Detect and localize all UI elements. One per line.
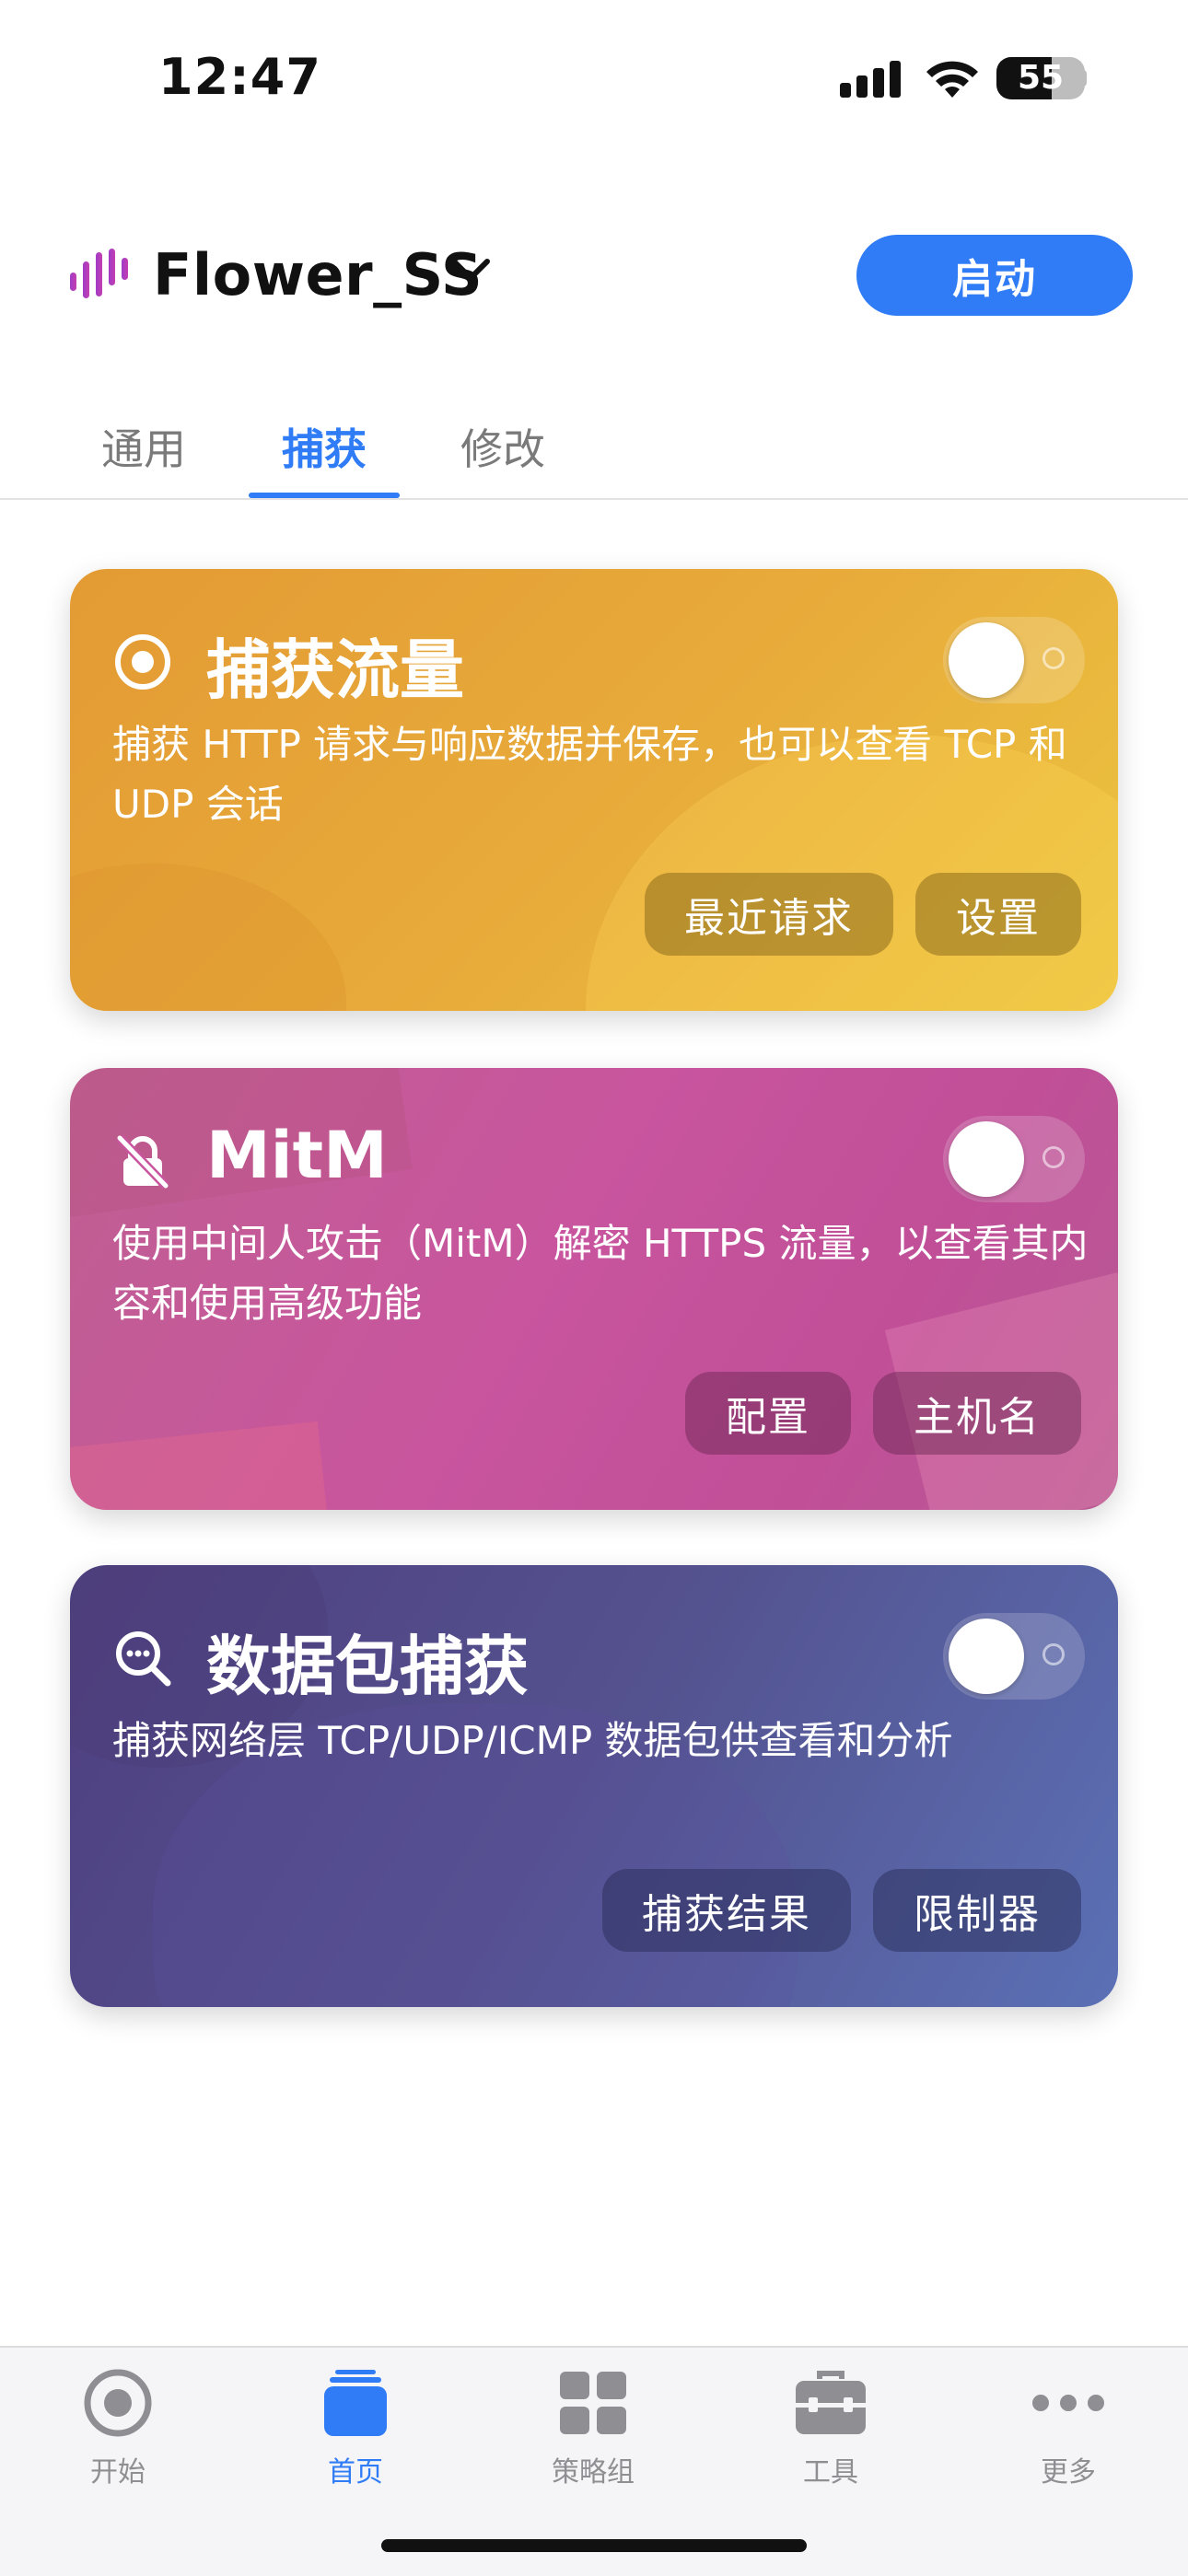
packet-capture-toggle[interactable] (943, 1613, 1085, 1700)
toolbox-icon (796, 2371, 866, 2434)
more-dots-icon (1032, 2395, 1104, 2411)
stack-icon (324, 2370, 387, 2436)
tabbar-label: 工具 (803, 2456, 858, 2489)
toggle-knob (949, 1121, 1024, 1197)
record-icon (115, 634, 170, 690)
profile-name[interactable]: Flower_SS (153, 241, 483, 308)
tab-modify[interactable]: 修改 (460, 416, 545, 477)
tabbar-item-home[interactable]: 首页 (263, 2366, 448, 2489)
tabbar-label: 首页 (328, 2456, 383, 2489)
tabbar-item-tools[interactable]: 工具 (739, 2366, 923, 2489)
card-description: 捕获 HTTP 请求与响应数据并保存，也可以查看 TCP 和 UDP 会话 (112, 722, 1067, 827)
tabbar-label: 更多 (1041, 2456, 1096, 2489)
card-title: MitM (206, 1118, 388, 1193)
battery-tip (1079, 70, 1087, 87)
magnifier-icon (116, 1631, 171, 1687)
tabbar-item-more[interactable]: 更多 (976, 2366, 1160, 2489)
record-icon (84, 2369, 152, 2437)
card-description: 使用中间人攻击（MitM）解密 HTTPS 流量，以查看其内容和使用高级功能 (112, 1221, 1089, 1326)
capture-traffic-card: 捕获流量 捕获 HTTP 请求与响应数据并保存，也可以查看 TCP 和 UDP … (70, 569, 1118, 1011)
lock-slash-icon (116, 1134, 169, 1189)
tab-capture[interactable]: 捕获 (282, 416, 367, 477)
mitm-card: MitM 使用中间人攻击（MitM）解密 HTTPS 流量，以查看其内容和使用高… (70, 1068, 1118, 1510)
card-description: 捕获网络层 TCP/UDP/ICMP 数据包供查看和分析 (112, 1718, 953, 1763)
toggle-off-indicator (1042, 1146, 1065, 1168)
hostname-button[interactable]: 主机名 (873, 1372, 1081, 1455)
limiter-button[interactable]: 限制器 (873, 1869, 1081, 1952)
mitm-config-button[interactable]: 配置 (685, 1372, 851, 1455)
tab-divider (0, 498, 1188, 500)
recent-requests-button[interactable]: 最近请求 (645, 873, 893, 956)
toggle-knob (949, 622, 1024, 698)
tabbar-item-policy-groups[interactable]: 策略组 (501, 2366, 685, 2489)
wifi-icon (926, 61, 978, 98)
cellular-signal-icon (840, 61, 901, 98)
packet-capture-card: 数据包捕获 捕获网络层 TCP/UDP/ICMP 数据包供查看和分析 捕获结果 … (70, 1565, 1118, 2007)
toggle-off-indicator (1042, 1643, 1065, 1665)
tabbar-label: 策略组 (552, 2456, 635, 2489)
settings-button[interactable]: 设置 (915, 873, 1081, 956)
chevron-down-icon[interactable] (449, 256, 492, 285)
grid-icon (560, 2372, 626, 2434)
tabbar-label: 开始 (90, 2456, 146, 2489)
home-indicator (381, 2539, 807, 2552)
tab-general[interactable]: 通用 (101, 416, 186, 477)
capture-results-button[interactable]: 捕获结果 (602, 1869, 851, 1952)
toggle-knob (949, 1619, 1024, 1694)
start-button[interactable]: 启动 (856, 235, 1133, 316)
battery-level: 55 (1017, 59, 1065, 97)
battery-icon: 55 (996, 57, 1085, 99)
toggle-off-indicator (1042, 647, 1065, 669)
app-logo-icon (70, 249, 128, 298)
mitm-toggle[interactable] (943, 1116, 1085, 1202)
card-title: 数据包捕获 (206, 1629, 529, 1704)
capture-traffic-toggle[interactable] (943, 617, 1085, 703)
card-title: 捕获流量 (206, 632, 464, 708)
status-time: 12:47 (158, 48, 321, 106)
tabbar-item-start[interactable]: 开始 (26, 2366, 210, 2489)
